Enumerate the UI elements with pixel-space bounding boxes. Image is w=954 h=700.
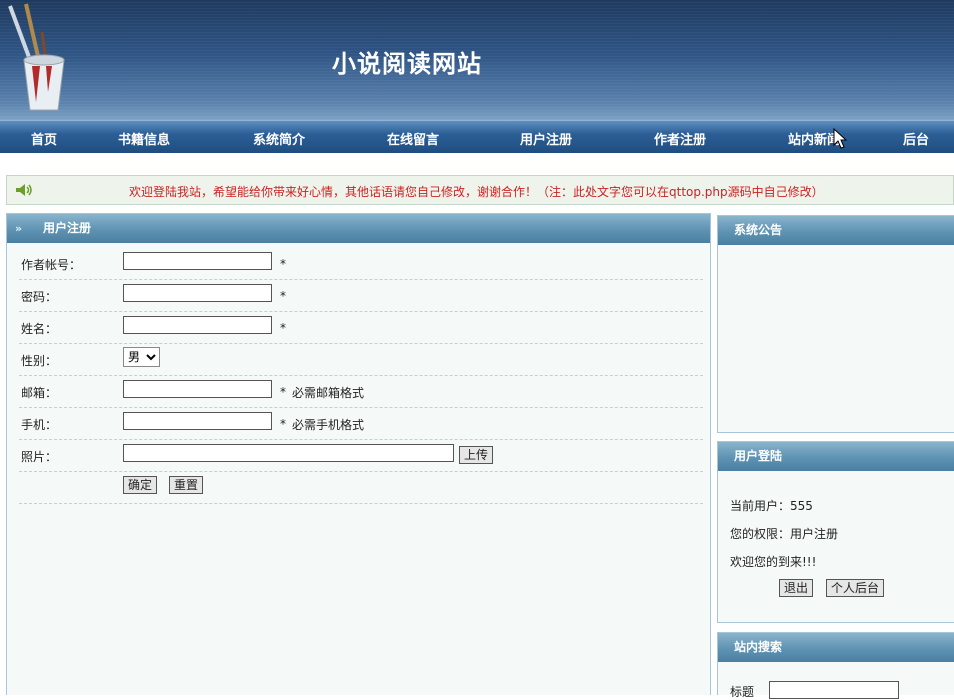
announcement-header: 系统公告 [718,216,954,245]
site-title: 小说阅读网站 [332,49,482,78]
email-label: 邮箱： [21,386,58,400]
nav-about[interactable]: 系统简介 [253,129,305,148]
password-label: 密码： [21,290,58,304]
required-mark: * [280,257,286,271]
permission-text: 您的权限：用户注册 [730,527,839,541]
name-label: 姓名： [21,322,58,336]
nav-books[interactable]: 书籍信息 [118,129,170,148]
submit-button[interactable]: 确定 [123,476,158,494]
gender-select[interactable]: 男 [123,347,160,367]
required-mark: * [280,289,286,303]
required-mark: * [280,321,286,335]
paint-cup-logo [8,3,65,111]
logout-button[interactable]: 退出 [779,579,814,597]
phone-label: 手机： [21,418,58,432]
site-header: 小说阅读网站 [0,0,954,120]
account-input[interactable] [123,252,272,270]
login-panel: 用户登陆 当前用户：555 您的权限：用户注册 欢迎您的到来!!! 退出 个人后… [717,441,954,623]
search-panel: 站内搜索 标题 [717,632,954,699]
nav-author-register[interactable]: 作者注册 [654,129,706,148]
phone-hint: 必需手机格式 [292,418,365,432]
photo-path-input[interactable] [123,444,454,462]
actions-row: 确定 重置 [19,471,703,504]
password-row: 密码： * [19,279,703,312]
email-hint: 必需邮箱格式 [292,386,365,400]
name-row: 姓名： * [19,311,703,344]
gender-row: 性别： 男 [19,343,703,376]
search-title-label: 标题 [730,685,755,699]
register-panel-title: 用户注册 [43,221,92,235]
search-header: 站内搜索 [718,633,954,662]
nav-guestbook[interactable]: 在线留言 [387,129,439,148]
email-input[interactable] [123,380,272,398]
mouse-cursor-icon [833,128,847,149]
nav-user-register[interactable]: 用户注册 [520,129,572,148]
personal-backend-button[interactable]: 个人后台 [826,579,885,597]
announcement-panel: 系统公告 [717,215,954,433]
main-nav: 首页 书籍信息 系统简介 在线留言 用户注册 作者注册 站内新闻 后台 [0,120,954,153]
gender-label: 性别： [21,354,58,368]
photo-label: 照片： [21,450,58,464]
current-user-text: 当前用户：555 [730,499,813,513]
account-row: 作者帐号： * [19,247,703,280]
email-row: 邮箱： * 必需邮箱格式 [19,375,703,408]
required-mark: * [280,385,286,399]
welcome-text: 欢迎您的到来!!! [730,555,817,569]
notice-bar: 欢迎登陆我站，希望能给你带来好心情，其他话语请您自己修改，谢谢合作！（注：此处文… [6,175,954,205]
nav-home[interactable]: 首页 [31,129,57,148]
phone-input[interactable] [123,412,272,430]
double-arrow-icon: » [15,222,23,235]
speaker-icon [16,184,32,196]
name-input[interactable] [123,316,272,334]
account-label: 作者帐号： [21,258,82,272]
phone-row: 手机： * 必需手机格式 [19,407,703,440]
nav-admin[interactable]: 后台 [903,129,929,148]
register-panel: » 用户注册 作者帐号： * 密码： * 姓名： * 性别： 男 邮箱： * 必… [6,213,711,695]
upload-button[interactable]: 上传 [459,446,494,464]
login-header: 用户登陆 [718,442,954,471]
search-input[interactable] [769,681,899,699]
register-panel-header: » 用户注册 [7,214,710,243]
password-input[interactable] [123,284,272,302]
notice-text: 欢迎登陆我站，希望能给你带来好心情，其他话语请您自己修改，谢谢合作！（注：此处文… [129,185,824,199]
photo-row: 照片： 上传 [19,439,703,472]
reset-button[interactable]: 重置 [169,476,204,494]
required-mark: * [280,417,286,431]
